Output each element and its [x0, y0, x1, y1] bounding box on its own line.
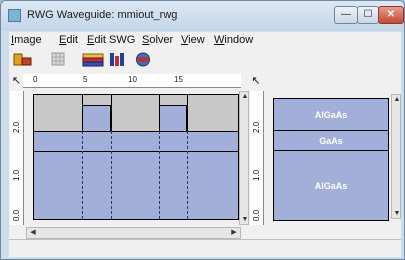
grid-line: [82, 131, 83, 219]
status-bar: [9, 239, 401, 257]
horizontal-ruler: 0 5 10 15: [23, 74, 241, 88]
divider-line: [159, 95, 160, 131]
menu-solver[interactable]: Solver: [142, 34, 173, 46]
vertical-scrollbar[interactable]: ▲ ▼: [239, 91, 249, 225]
x-tick: 0: [33, 75, 38, 84]
minimize-button[interactable]: —: [334, 6, 358, 24]
maximize-button[interactable]: ☐: [357, 6, 379, 24]
layer-ruler: 2.0 1.0 0.0: [250, 91, 264, 225]
close-button[interactable]: ✕: [378, 6, 404, 24]
scroll-down-icon[interactable]: ▼: [240, 216, 250, 223]
menu-edit[interactable]: Edit: [59, 34, 78, 46]
x-tick: 5: [83, 75, 88, 84]
layer-boundary: [34, 151, 238, 152]
menu-image[interactable]: Image: [11, 34, 42, 46]
app-window: RWG Waveguide: mmiout_rwg — ☐ ✕ Image Ed…: [0, 0, 405, 260]
menu-bar: Image Edit Edit SWG Solver View Window: [9, 32, 401, 48]
x-tick: 10: [128, 75, 137, 84]
scroll-up-icon[interactable]: ▲: [240, 93, 250, 100]
divider-line: [82, 95, 83, 131]
grid-line: [111, 131, 112, 219]
layer-stack-view: AlGaAs GaAs AlGaAs: [273, 98, 389, 221]
scroll-right-icon[interactable]: ▶: [229, 228, 239, 236]
grid-icon[interactable]: [51, 52, 65, 67]
waveguide-open-icon[interactable]: [13, 52, 33, 67]
window-title: RWG Waveguide: mmiout_rwg: [27, 9, 178, 21]
menu-edit-swg[interactable]: Edit SWG: [87, 34, 135, 46]
y-tick: 2.0: [252, 121, 261, 133]
y-tick: 1.0: [12, 169, 21, 181]
cladding-region: [34, 95, 238, 131]
mode-solver-icon[interactable]: [109, 52, 125, 67]
layer-scrollbar[interactable]: ▲ ▼: [391, 94, 401, 219]
ridge-left: [82, 105, 111, 131]
y-tick: 0.0: [252, 209, 261, 221]
layer-item[interactable]: AlGaAs: [274, 151, 388, 221]
scroll-left-icon[interactable]: ◀: [28, 228, 38, 236]
globe-icon[interactable]: [135, 52, 151, 67]
y-tick: 0.0: [12, 209, 21, 221]
grid-line: [159, 131, 160, 219]
divider-line: [187, 95, 188, 131]
ridge-right: [159, 105, 187, 131]
waveguide-cross-section[interactable]: [33, 94, 239, 220]
y-tick: 2.0: [12, 121, 21, 133]
y-tick: 1.0: [252, 169, 261, 181]
layer-boundary: [34, 131, 238, 132]
layer-item[interactable]: AlGaAs: [274, 99, 388, 131]
pointer-tool-icon[interactable]: ↖: [10, 74, 23, 88]
vertical-ruler: 2.0 1.0 0.0: [10, 91, 24, 225]
scroll-up-icon[interactable]: ▲: [392, 96, 402, 103]
app-icon: [8, 9, 21, 22]
grid-line: [187, 131, 188, 219]
menu-window[interactable]: Window: [214, 34, 253, 46]
divider-line: [111, 95, 112, 131]
scroll-down-icon[interactable]: ▼: [392, 210, 402, 217]
layer-stack-icon[interactable]: [81, 52, 105, 67]
menu-view[interactable]: View: [181, 34, 205, 46]
horizontal-scrollbar[interactable]: ◀ ▶: [26, 227, 241, 239]
pointer-tool-icon[interactable]: ↖: [249, 74, 263, 88]
toolbar: [9, 48, 401, 70]
x-tick: 15: [174, 75, 183, 84]
layer-item[interactable]: GaAs: [274, 131, 388, 151]
title-bar[interactable]: RWG Waveguide: mmiout_rwg — ☐ ✕: [1, 1, 404, 31]
